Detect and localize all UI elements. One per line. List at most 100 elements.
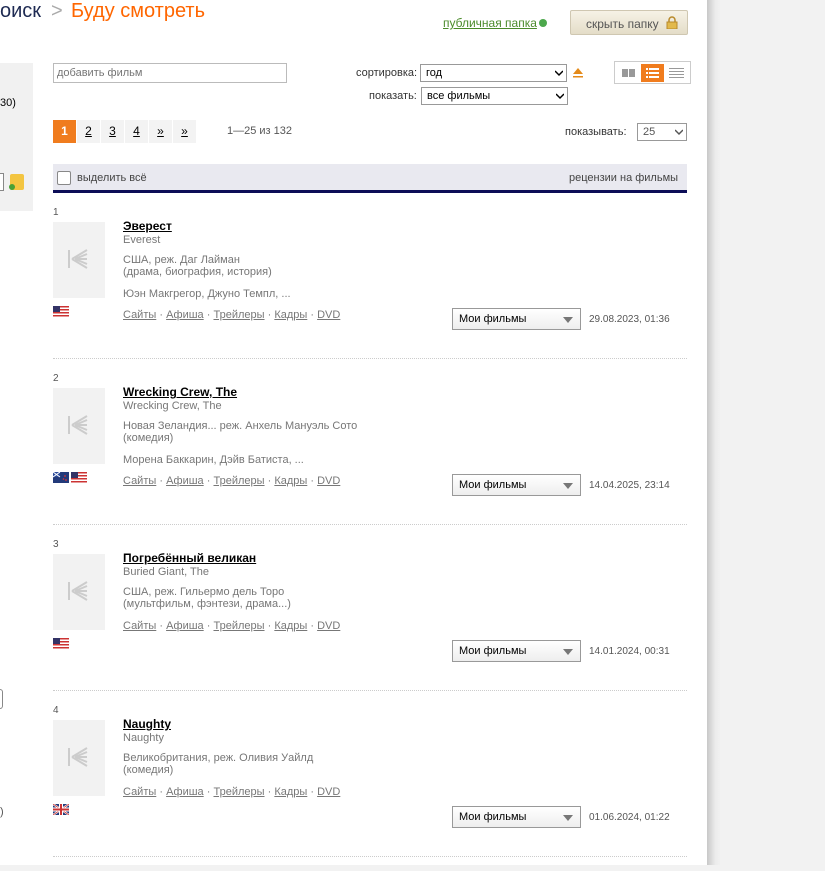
page-button-2[interactable]: 2: [77, 120, 100, 143]
hide-folder-button[interactable]: скрыть папку: [570, 10, 688, 35]
film-added-date: 14.04.2025, 23:14: [589, 480, 670, 491]
link-dvd[interactable]: DVD: [317, 786, 340, 798]
film-added-date: 01.06.2024, 01:22: [589, 812, 670, 823]
select-all-checkbox[interactable]: [57, 171, 71, 185]
link-stills[interactable]: Кадры: [274, 475, 307, 487]
folder-select[interactable]: Мои фильмы: [452, 806, 581, 828]
film-row: 3 Погребённый великан Buried Giant, The …: [0, 539, 707, 705]
film-placeholder-icon: [68, 249, 88, 269]
flag-nz-icon: [53, 472, 69, 483]
link-trailers[interactable]: Трейлеры: [213, 620, 264, 632]
link-sep: ·: [159, 786, 164, 798]
link-sites[interactable]: Сайты: [123, 786, 156, 798]
lock-icon: [666, 16, 678, 29]
page-button-4[interactable]: 4: [125, 120, 148, 143]
page-range: 1—25 из 132: [227, 125, 293, 137]
poster-placeholder[interactable]: [53, 222, 105, 298]
link-sites[interactable]: Сайты: [123, 309, 156, 321]
film-links: Сайты · Афиша · Трейлеры · Кадры · DVD: [123, 620, 340, 632]
link-dvd[interactable]: DVD: [317, 309, 340, 321]
poster-placeholder[interactable]: [53, 720, 105, 796]
link-sites[interactable]: Сайты: [123, 475, 156, 487]
film-title-link[interactable]: Wrecking Crew, The: [123, 385, 237, 399]
link-afisha[interactable]: Афиша: [166, 475, 204, 487]
film-added-date: 14.01.2024, 00:31: [589, 646, 670, 657]
chevron-down-icon: [563, 483, 573, 489]
sidebar-input[interactable]: [0, 173, 4, 191]
compact-list-icon: [669, 68, 684, 78]
link-sep: ·: [159, 620, 164, 632]
folder-select[interactable]: Мои фильмы: [452, 474, 581, 496]
page-next-button[interactable]: »: [149, 120, 172, 143]
page-title: Буду смотреть: [71, 0, 206, 22]
folder-select[interactable]: Мои фильмы: [452, 640, 581, 662]
chevron-down-icon: [563, 317, 573, 323]
link-dvd[interactable]: DVD: [317, 620, 340, 632]
row-divider: [53, 690, 687, 691]
link-stills[interactable]: Кадры: [274, 309, 307, 321]
film-links: Сайты · Афиша · Трейлеры · Кадры · DVD: [123, 475, 340, 487]
link-sep: ·: [206, 309, 211, 321]
folder-select-value: Мои фильмы: [459, 811, 527, 823]
view-detailed-button[interactable]: [641, 64, 664, 82]
reviews-link[interactable]: рецензии на фильмы: [569, 172, 678, 184]
add-film-input[interactable]: [53, 63, 287, 83]
view-compact-button[interactable]: [665, 64, 688, 82]
link-stills[interactable]: Кадры: [274, 620, 307, 632]
film-genres: (комедия): [123, 432, 174, 444]
show-select[interactable]: все фильмы: [421, 87, 568, 105]
poster-placeholder[interactable]: [53, 388, 105, 464]
breadcrumb-separator: >: [51, 0, 63, 22]
film-genres: (мультфильм, фэнтези, драма...): [123, 598, 291, 610]
film-meta: США, реж. Гильермо дель Торо (мультфильм,…: [123, 586, 291, 610]
per-page-label: показывать:: [565, 126, 627, 138]
breadcrumb-search[interactable]: оиск: [0, 0, 41, 23]
hide-folder-label: скрыть папку: [586, 17, 659, 31]
link-dvd[interactable]: DVD: [317, 475, 340, 487]
film-country-director: Великобритания, реж. Оливия Уайлд: [123, 752, 314, 764]
tiles-icon: [622, 69, 635, 77]
public-folder-link[interactable]: публичная папка: [443, 16, 537, 30]
link-afisha[interactable]: Афиша: [166, 309, 204, 321]
flag-us-icon: [53, 306, 69, 317]
link-trailers[interactable]: Трейлеры: [213, 475, 264, 487]
film-row: 4 Naughty Naughty Великобритания, реж. О…: [0, 705, 707, 871]
link-sep: ·: [310, 475, 315, 487]
folder-select[interactable]: Мои фильмы: [452, 308, 581, 330]
film-row: 2 Wrecking Crew, The Wrecking Crew, The …: [0, 373, 707, 539]
flag-gb-icon: [53, 804, 69, 815]
film-number: 2: [53, 373, 59, 384]
link-sep: ·: [310, 309, 315, 321]
link-trailers[interactable]: Трейлеры: [213, 786, 264, 798]
film-title-link[interactable]: Погребённый великан: [123, 551, 256, 565]
page-last-button[interactable]: »: [173, 120, 196, 143]
page-button-3[interactable]: 3: [101, 120, 124, 143]
sort-select[interactable]: год: [420, 64, 567, 82]
film-title-link[interactable]: Эверест: [123, 219, 172, 233]
detailed-list-icon: [646, 68, 659, 78]
link-afisha[interactable]: Афиша: [166, 620, 204, 632]
link-sep: ·: [267, 786, 272, 798]
poster-placeholder[interactable]: [53, 554, 105, 630]
film-original-title: Wrecking Crew, The: [123, 400, 222, 412]
link-stills[interactable]: Кадры: [274, 786, 307, 798]
sort-direction-icon[interactable]: [572, 68, 584, 78]
sort-label: сортировка:: [356, 67, 418, 79]
link-sites[interactable]: Сайты: [123, 620, 156, 632]
per-page-select[interactable]: 25: [637, 123, 687, 141]
page-shadow: [707, 0, 721, 865]
link-sep: ·: [206, 620, 211, 632]
folder-select-value: Мои фильмы: [459, 645, 527, 657]
per-page-value: 25: [643, 126, 656, 138]
sort-select-value: год: [426, 67, 443, 79]
page-button-1[interactable]: 1: [53, 120, 76, 143]
film-title-link[interactable]: Naughty: [123, 717, 171, 731]
link-afisha[interactable]: Афиша: [166, 786, 204, 798]
link-trailers[interactable]: Трейлеры: [213, 309, 264, 321]
view-mode-group: [614, 61, 691, 84]
view-tiles-button[interactable]: [617, 64, 640, 82]
add-folder-icon[interactable]: [9, 174, 24, 190]
film-number: 1: [53, 207, 59, 218]
row-divider: [53, 358, 687, 359]
film-placeholder-icon: [68, 581, 88, 601]
